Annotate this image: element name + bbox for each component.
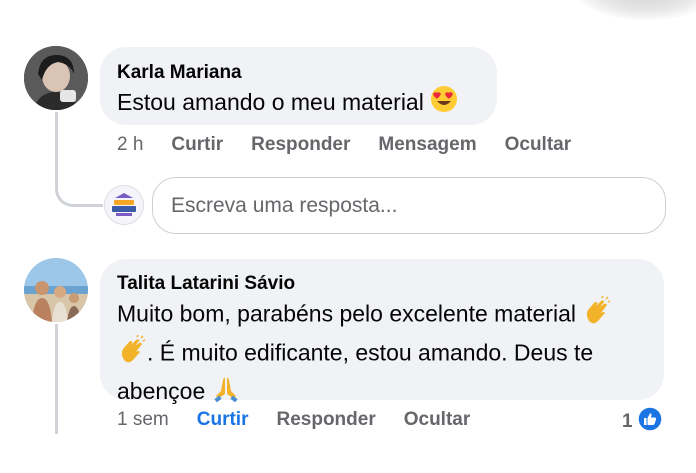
comment-author[interactable]: Talita Latarini Sávio: [117, 273, 295, 295]
folded-hands-emoji-icon: [212, 374, 240, 411]
comment-actions: 2 h Curtir Responder Mensagem Ocultar: [117, 134, 599, 156]
comment-timestamp[interactable]: 2 h: [117, 134, 143, 156]
like-button[interactable]: Curtir: [197, 409, 249, 431]
comment-actions: 1 sem Curtir Responder Ocultar: [117, 409, 498, 431]
comment-text-body: Estou amando o meu material: [117, 89, 424, 115]
page-edge-shadow: [576, 0, 696, 20]
comment-line-3: abençoe: [117, 374, 657, 411]
reply-button[interactable]: Responder: [251, 134, 350, 156]
comment-bubble[interactable]: Talita Latarini Sávio Muito bom, parabén…: [100, 259, 664, 404]
hide-button[interactable]: Ocultar: [404, 409, 471, 431]
reaction-summary[interactable]: 1: [622, 406, 663, 438]
comment-line-2: . É muito edificante, estou amando. Deus…: [117, 334, 657, 374]
comment-author[interactable]: Karla Mariana: [117, 62, 242, 84]
comment-text-part: . É muito edificante, estou amando. Deus…: [147, 339, 594, 366]
comment-line-1: Muito bom, parabéns pelo excelente mater…: [117, 295, 657, 335]
reply-input[interactable]: [171, 178, 611, 233]
comment-text: Muito bom, parabéns pelo excelente mater…: [117, 295, 657, 411]
comment-bubble[interactable]: Karla Mariana Estou amando o meu materia…: [100, 47, 497, 125]
heart-eyes-emoji-icon: [430, 85, 458, 122]
avatar-karla[interactable]: [24, 46, 88, 110]
clapping-hands-emoji-icon: [582, 295, 612, 335]
comment-timestamp[interactable]: 1 sem: [117, 409, 169, 431]
reaction-count: 1: [622, 411, 633, 432]
reply-box[interactable]: [152, 177, 666, 234]
reply-button[interactable]: Responder: [276, 409, 375, 431]
comment-text: Estou amando o meu material: [117, 85, 458, 122]
avatar-talita[interactable]: [24, 258, 88, 322]
thread-line: [55, 324, 58, 434]
message-button[interactable]: Mensagem: [378, 134, 476, 156]
comment-text-part: abençoe: [117, 378, 206, 404]
like-button[interactable]: Curtir: [171, 134, 223, 156]
hide-button[interactable]: Ocultar: [505, 134, 572, 156]
thread-branch: [55, 168, 103, 207]
comment-text-part: Muito bom, parabéns pelo excelente mater…: [117, 300, 576, 327]
like-reaction-icon: [636, 406, 663, 438]
clapping-hands-emoji-icon: [117, 334, 147, 374]
page-avatar: [104, 185, 144, 225]
